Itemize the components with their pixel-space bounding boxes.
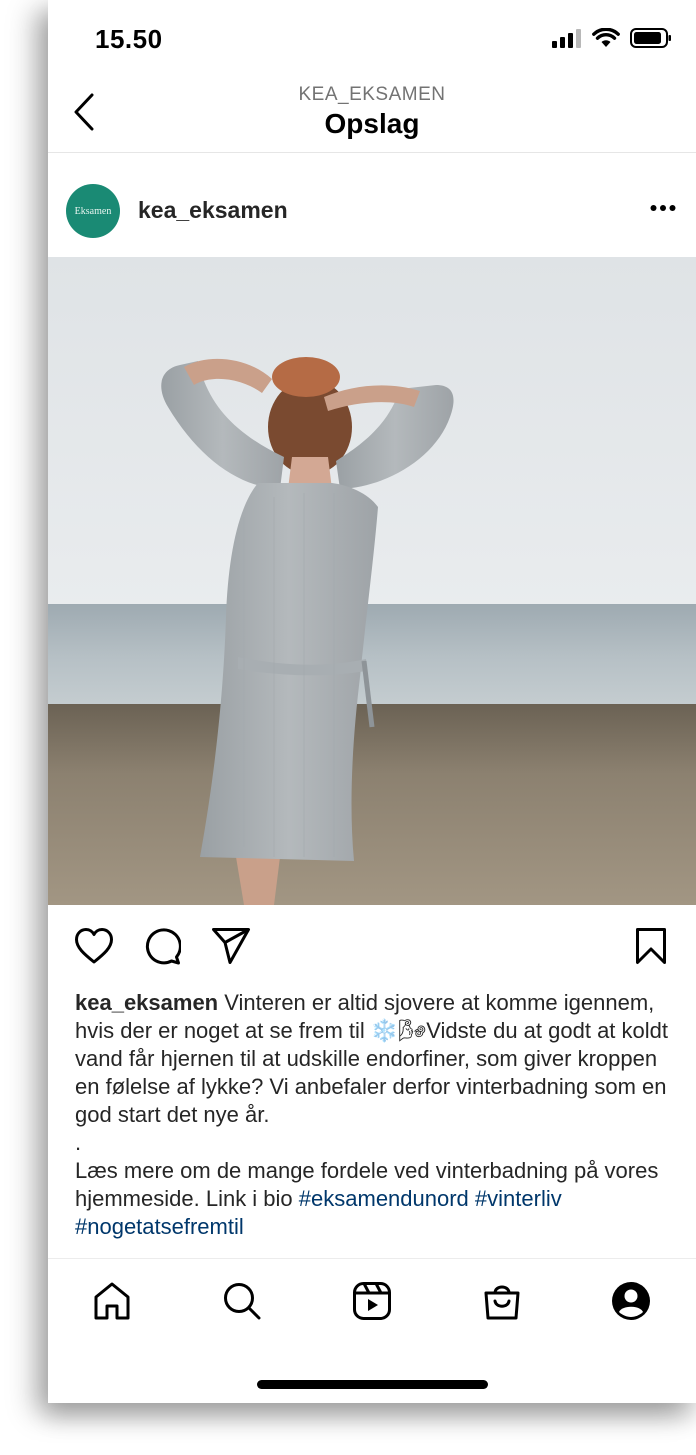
caption-paragraph: kea_eksamen Vinteren er altid sjovere at… xyxy=(75,989,675,1129)
hashtag-link[interactable]: #nogetatsefremtil xyxy=(75,1214,244,1239)
tab-reels[interactable] xyxy=(350,1279,394,1323)
status-bar: 15.50 xyxy=(48,0,696,70)
caption-emoji: ❄️🌬 xyxy=(370,1018,427,1043)
reels-icon xyxy=(353,1282,391,1320)
battery-icon xyxy=(630,28,671,48)
shop-icon xyxy=(484,1285,520,1320)
avatar[interactable]: Eksamen xyxy=(66,184,120,238)
post-actions xyxy=(48,905,696,989)
hashtag-link[interactable]: #vinterliv xyxy=(475,1186,562,1211)
post-image[interactable] xyxy=(48,257,696,905)
post-caption: kea_eksamen Vinteren er altid sjovere at… xyxy=(75,989,675,1255)
nav-header: KEA_EKSAMEN Opslag xyxy=(48,70,696,153)
tab-profile[interactable] xyxy=(609,1279,653,1323)
comment-button[interactable] xyxy=(143,927,182,970)
like-button[interactable] xyxy=(74,927,114,970)
page-title: Opslag xyxy=(324,108,420,139)
save-button[interactable] xyxy=(635,927,667,970)
wifi-icon xyxy=(592,28,620,47)
post-photo xyxy=(48,257,696,905)
caption-username[interactable]: kea_eksamen xyxy=(75,990,218,1015)
caption-dot: . xyxy=(75,1130,82,1155)
share-icon xyxy=(212,928,250,964)
profile-icon xyxy=(612,1282,650,1320)
caption-paragraph-2: Læs mere om de mange fordele ved vinterb… xyxy=(75,1157,675,1241)
phone-screen: 15.50 KEA_EKSAMEN Opslag Eksamen kea_eks… xyxy=(48,0,696,1403)
share-button[interactable] xyxy=(211,927,251,970)
tab-shop[interactable] xyxy=(480,1279,524,1323)
post-username[interactable]: kea_eksamen xyxy=(138,197,288,224)
status-time: 15.50 xyxy=(95,24,163,54)
home-icon xyxy=(94,1282,130,1320)
signal-icon xyxy=(552,29,581,48)
tab-search[interactable] xyxy=(220,1279,264,1323)
bookmark-icon xyxy=(636,928,666,964)
post-header: Eksamen kea_eksamen xyxy=(48,153,696,257)
status-icons xyxy=(552,28,672,48)
avatar-text: Eksamen xyxy=(74,205,112,217)
ellipsis-icon xyxy=(650,205,676,211)
search-icon xyxy=(224,1283,261,1320)
more-options-button[interactable] xyxy=(650,199,676,217)
tab-home[interactable] xyxy=(90,1279,134,1323)
header-subtitle: KEA_EKSAMEN xyxy=(298,84,446,105)
home-indicator[interactable] xyxy=(257,1380,488,1389)
heart-icon xyxy=(75,928,113,964)
comment-icon xyxy=(145,928,182,965)
hashtag-link[interactable]: #eksamendunord xyxy=(299,1186,469,1211)
